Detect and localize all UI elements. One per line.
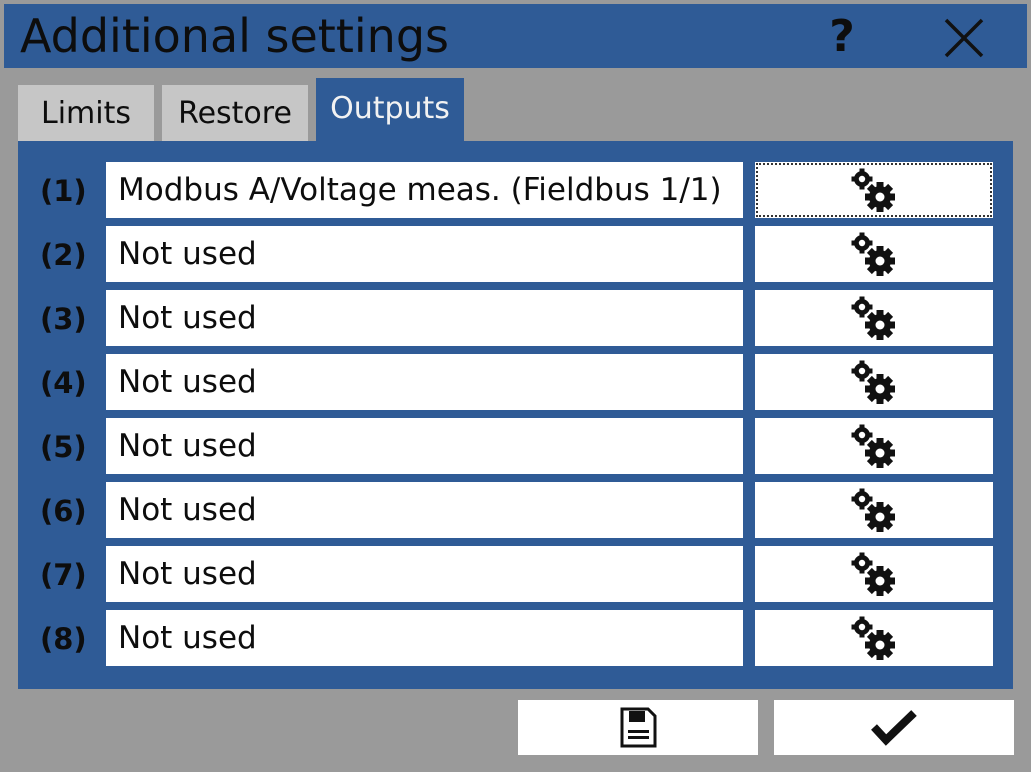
output-number: (4) [40,366,87,400]
close-icon [944,18,984,58]
output-number: (2) [40,238,87,272]
output-number: (8) [40,622,87,656]
output-assignment-field[interactable]: Not used [106,610,743,666]
output-assignment-value: Not used [118,620,257,656]
output-assignment-field[interactable]: Not used [106,418,743,474]
tab-restore[interactable]: Restore [162,85,308,141]
output-assignment-field[interactable]: Not used [106,354,743,410]
output-settings-button[interactable] [755,290,993,346]
output-assignment-value: Not used [118,428,257,464]
gears-icon [851,616,895,660]
tab-limits[interactable]: Limits [18,85,154,141]
gears-icon [851,552,895,596]
output-settings-button[interactable] [755,610,993,666]
output-settings-button[interactable] [755,226,993,282]
output-row: (1) Modbus A/Voltage meas. (Fieldbus 1/1… [18,162,1013,218]
gears-icon [851,296,895,340]
close-button[interactable] [932,10,996,66]
output-row: (5) Not used [18,418,1013,474]
output-assignment-value: Not used [118,236,257,272]
output-number: (6) [40,494,87,528]
output-settings-button[interactable] [755,354,993,410]
output-number: (3) [40,302,87,336]
checkmark-icon [871,710,917,746]
output-assignment-value: Not used [118,556,257,592]
output-settings-button[interactable] [755,546,993,602]
output-assignment-value: Not used [118,364,257,400]
output-assignment-field[interactable]: Not used [106,546,743,602]
gears-icon [851,168,895,212]
output-row: (7) Not used [18,546,1013,602]
gears-icon [851,488,895,532]
gears-icon [851,232,895,276]
output-row: (6) Not used [18,482,1013,538]
outputs-panel: (1) Modbus A/Voltage meas. (Fieldbus 1/1… [18,141,1013,689]
output-assignment-field[interactable]: Not used [106,482,743,538]
output-assignment-field[interactable]: Not used [106,290,743,346]
gears-icon [851,360,895,404]
output-assignment-value: Not used [118,300,257,336]
confirm-button[interactable] [774,700,1014,755]
tab-outputs[interactable]: Outputs [316,78,464,144]
help-button[interactable]: ? [810,8,874,64]
window-title: Additional settings [20,9,449,63]
output-number: (7) [40,558,87,592]
output-settings-button[interactable] [755,418,993,474]
output-row: (3) Not used [18,290,1013,346]
output-row: (2) Not used [18,226,1013,282]
output-row: (8) Not used [18,610,1013,666]
output-assignment-value: Modbus A/Voltage meas. (Fieldbus 1/1) [118,172,722,208]
output-number: (5) [40,430,87,464]
output-settings-button[interactable] [755,482,993,538]
save-document-icon [620,707,657,748]
gears-icon [851,424,895,468]
output-assignment-value: Not used [118,492,257,528]
output-number: (1) [40,174,87,208]
output-assignment-field[interactable]: Modbus A/Voltage meas. (Fieldbus 1/1) [106,162,743,218]
output-row: (4) Not used [18,354,1013,410]
title-bar: Additional settings ? [4,4,1027,68]
output-settings-button[interactable] [755,162,993,218]
output-assignment-field[interactable]: Not used [106,226,743,282]
save-button[interactable] [518,700,758,755]
